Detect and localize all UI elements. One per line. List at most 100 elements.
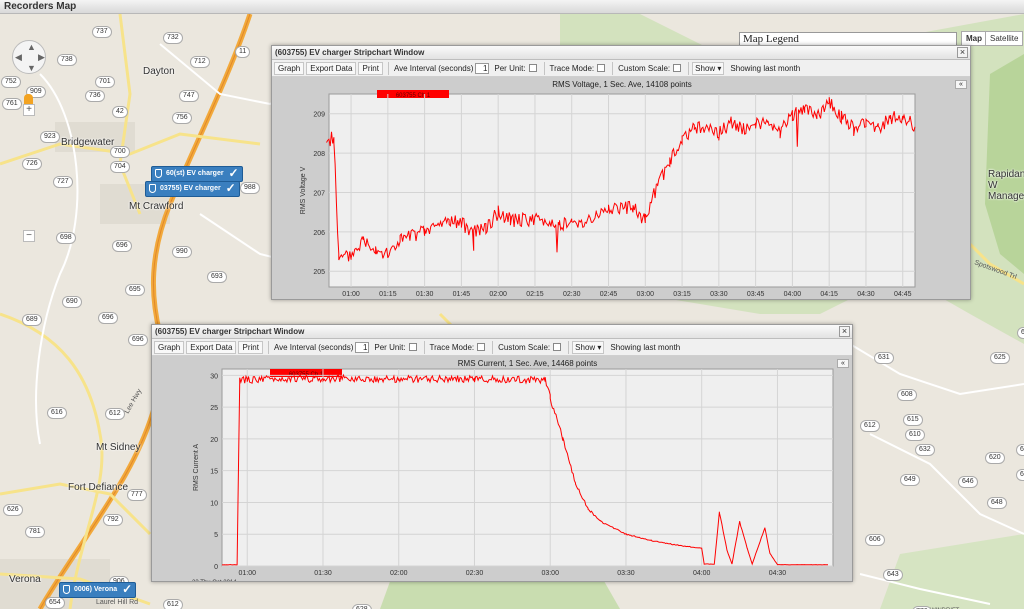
- route-shield: 620: [985, 452, 1005, 464]
- y-axis-label: RMS Current A: [193, 444, 200, 491]
- route-shield: 11: [235, 46, 251, 58]
- route-shield: 923: [40, 131, 60, 143]
- route-shield: 695: [125, 284, 145, 296]
- pan-up-icon[interactable]: ▲: [27, 42, 36, 52]
- recorder-pin-icon: [149, 184, 156, 193]
- place-label: Mt Sidney: [96, 442, 141, 453]
- x-tick-label: 02:15: [526, 291, 544, 298]
- route-shield: 612: [860, 420, 880, 432]
- pan-right-icon[interactable]: ▶: [38, 52, 45, 63]
- collapse-panel-icon[interactable]: «: [837, 359, 849, 368]
- show-dropdown[interactable]: Show ▾: [692, 61, 725, 75]
- stripchart-window-current[interactable]: (603755) EV charger Stripchart Window × …: [151, 324, 853, 586]
- route-shield: 761: [2, 98, 22, 110]
- route-shield: 990: [172, 246, 192, 258]
- toolbar-separator: [387, 61, 389, 75]
- ave-interval-label: Ave Interval (seconds): [393, 63, 474, 73]
- x-tick-label: 01:15: [379, 291, 397, 298]
- close-icon[interactable]: ×: [957, 47, 968, 58]
- y-tick-label: 10: [210, 500, 218, 507]
- route-shield: 752: [1, 76, 21, 88]
- route-shield: 615: [903, 414, 923, 426]
- x-tick-label: 03:15: [673, 291, 691, 298]
- toolbar-separator: [423, 340, 425, 354]
- window-title: (603755) EV charger Stripchart Window: [275, 48, 425, 57]
- x-tick-label: 02:45: [600, 291, 618, 298]
- trace-mode-checkbox[interactable]: [597, 64, 606, 72]
- x-tick-label: 01:00: [342, 291, 360, 298]
- y-tick-label: 206: [313, 230, 325, 237]
- map-legend-field[interactable]: Map Legend: [739, 32, 957, 46]
- toolbar-separator: [267, 340, 269, 354]
- route-shield: 756: [172, 112, 192, 124]
- zoom-out-button[interactable]: −: [23, 230, 35, 242]
- toolbar-separator: [568, 340, 570, 354]
- route-shield: 726: [22, 158, 42, 170]
- x-tick-label: 04:00: [784, 291, 802, 298]
- show-dropdown[interactable]: Show ▾: [572, 340, 605, 354]
- pan-control[interactable]: ▲ ▼ ◀ ▶: [12, 40, 46, 74]
- export-data-button[interactable]: Export Data: [186, 340, 237, 354]
- export-data-button[interactable]: Export Data: [306, 61, 357, 75]
- app-title: Recorders Map: [4, 1, 77, 12]
- route-shield: 712: [190, 56, 210, 68]
- map-type-satellite-button[interactable]: Satellite: [985, 31, 1024, 46]
- stripchart-window-voltage[interactable]: (603755) EV charger Stripchart Window × …: [271, 45, 971, 307]
- ave-interval-input[interactable]: 1: [475, 62, 490, 74]
- window-title-bar[interactable]: (603755) EV charger Stripchart Window ×: [152, 325, 852, 339]
- x-tick-label: 02:00: [489, 291, 507, 298]
- map-type-map-button[interactable]: Map: [961, 31, 987, 46]
- y-tick-label: 20: [210, 437, 218, 444]
- route-shield: 693: [207, 271, 227, 283]
- custom-scale-checkbox[interactable]: [673, 64, 682, 72]
- x-tick-label: 02:30: [466, 570, 484, 577]
- window-title-bar[interactable]: (603755) EV charger Stripchart Window ×: [272, 46, 970, 60]
- svg-text:Lee Hwy: Lee Hwy: [124, 387, 144, 415]
- zoom-in-button[interactable]: +: [23, 104, 35, 116]
- print-button[interactable]: Print: [238, 340, 263, 354]
- showing-range-text: Showing last month: [610, 342, 681, 352]
- route-shield: 792: [103, 514, 123, 526]
- route-shield: 738: [57, 54, 77, 66]
- route-shield: 634: [1017, 327, 1024, 339]
- route-shield: 701: [95, 76, 115, 88]
- recorder-marker[interactable]: 0006) Verona ✓: [59, 582, 137, 598]
- trace-mode-label: Trace Mode:: [549, 63, 595, 73]
- custom-scale-label: Custom Scale:: [618, 63, 671, 73]
- graph-button[interactable]: Graph: [274, 61, 305, 75]
- chart-toolbar: Graph Export Data Print Ave Interval (se…: [272, 60, 970, 77]
- route-shield: 732: [163, 32, 183, 44]
- toolbar-separator: [688, 61, 690, 75]
- graph-button[interactable]: Graph: [154, 340, 185, 354]
- ave-interval-input[interactable]: 1: [355, 341, 370, 353]
- route-shield: 689: [22, 314, 42, 326]
- svg-text:Laurel Hill Rd: Laurel Hill Rd: [96, 599, 138, 606]
- route-shield: 608: [897, 389, 917, 401]
- route-shield: 696: [112, 240, 132, 252]
- voltage-chart[interactable]: RMS Voltage, 1 Sec. Ave, 14108 points 603…: [272, 77, 970, 307]
- recorder-marker[interactable]: 60(st) EV charger ✓: [151, 166, 243, 182]
- route-shield: 704: [110, 161, 130, 173]
- print-button[interactable]: Print: [358, 61, 383, 75]
- place-label: Bridgewater: [61, 137, 115, 148]
- route-shield: 626: [3, 504, 23, 516]
- close-icon[interactable]: ×: [839, 326, 850, 337]
- ave-interval-label: Ave Interval (seconds): [273, 342, 354, 352]
- recorder-marker[interactable]: 03755) EV charger ✓: [145, 181, 240, 197]
- plot-area: [221, 368, 834, 567]
- route-shield: 612: [163, 599, 183, 609]
- route-shield: 747: [179, 90, 199, 102]
- x-tick-label: 03:30: [710, 291, 728, 298]
- current-chart[interactable]: RMS Current, 1 Sec. Ave, 14468 points603…: [152, 356, 852, 586]
- collapse-panel-icon[interactable]: «: [955, 80, 967, 89]
- trace-mode-checkbox[interactable]: [477, 343, 486, 351]
- route-shield: 643: [883, 569, 903, 581]
- app-title-bar: Recorders Map: [0, 0, 1024, 14]
- per-unit-checkbox[interactable]: [528, 64, 537, 72]
- place-label: Mt Crawford: [129, 201, 184, 212]
- pan-left-icon[interactable]: ◀: [15, 52, 22, 63]
- custom-scale-checkbox[interactable]: [553, 343, 562, 351]
- per-unit-checkbox[interactable]: [408, 343, 417, 351]
- route-shield: 988: [240, 182, 260, 194]
- pan-down-icon[interactable]: ▼: [27, 63, 36, 73]
